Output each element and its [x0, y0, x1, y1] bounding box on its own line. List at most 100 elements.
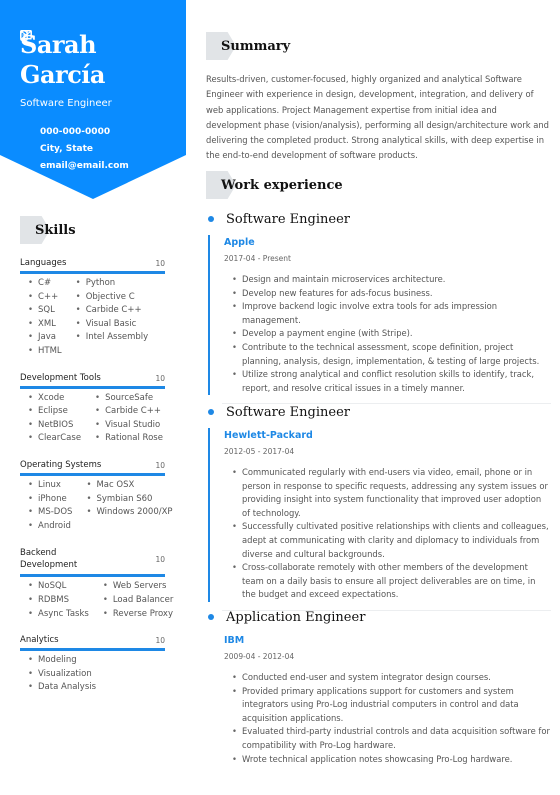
job-entry: Application Engineer IBM 2009-04 - 2012-04… [206, 607, 551, 766]
skill-items: XcodeEclipseNetBIOSClearCase SourceSafeCa… [20, 392, 165, 446]
skill-item: NoSQL [28, 580, 89, 594]
job-dates: 2017-04 - Present [224, 254, 291, 263]
job-title-row: Software Engineer [206, 402, 551, 422]
skill-items: C#C++SQLXMLJavaHTML PythonObjective CCarb… [20, 277, 165, 359]
skill-group: Analytics 10 ModelingVisualizationData Ana… [20, 635, 165, 695]
skill-item: Intel Assembly [76, 331, 149, 345]
skill-item: Linux [28, 479, 72, 493]
job-bullet: Cross-collaborate remotely with other me… [232, 561, 551, 602]
skill-items: LinuxiPhoneMS-DOSAndroid Mac OSXSymbian S… [20, 479, 173, 533]
job-title: Software Engineer [226, 404, 351, 420]
skill-item: RDBMS [28, 594, 89, 608]
job-entry: Software Engineer Apple 2017-04 - Present D… [206, 209, 551, 405]
skill-item: ClearCase [28, 432, 81, 446]
skill-item: Java [28, 331, 62, 345]
timeline-dot-icon [208, 216, 214, 222]
skill-item: Symbian S60 [86, 493, 172, 507]
skill-level: 10 [155, 554, 165, 564]
skill-group-name: Backend Development [20, 548, 78, 571]
skill-item: Async Tasks [28, 608, 89, 622]
skill-item: Data Analysis [28, 681, 96, 695]
skill-column: SourceSafeCarbide C++Visual StudioRation… [95, 392, 163, 446]
skill-group-header: Languages 10 [20, 258, 165, 274]
skill-group: Operating Systems 10 LinuxiPhoneMS-DOSAndr… [20, 460, 173, 533]
company-name: IBM [224, 635, 245, 646]
candidate-role: Software Engineer [20, 98, 112, 109]
job-bullet: Develop a payment engine (with Stripe). [232, 327, 551, 341]
work-title: Work experience [221, 177, 343, 193]
phone-text[interactable]: 000-000-0000 [40, 127, 110, 137]
job-dates: 2012-05 - 2017-04 [224, 447, 295, 456]
mailbox-icon [20, 30, 32, 155]
job-bullet: Wrote technical application notes showca… [232, 753, 551, 767]
job-bullet: Utilize strong analytical and conflict r… [232, 368, 551, 395]
sidebar: Sarah García Software Engineer 000-000-0… [0, 0, 186, 795]
job-body: Hewlett-Packard 2012-05 - 2017-04 Communic… [208, 428, 551, 602]
skill-item: XML [28, 318, 62, 332]
company-name: Hewlett-Packard [224, 430, 313, 441]
company-name: Apple [224, 237, 255, 248]
skill-item: Visualization [28, 668, 96, 682]
summary-heading: Summary [206, 32, 290, 60]
skill-column: Web ServersLoad BalancerReverse Proxy [103, 580, 174, 621]
skill-column: PythonObjective CCarbide C++Visual Basic… [76, 277, 149, 359]
skill-group-header: Analytics 10 [20, 635, 165, 652]
skill-column: C#C++SQLXMLJavaHTML [28, 277, 62, 359]
phone-icon [20, 30, 32, 138]
job-title-row: Software Engineer [206, 209, 551, 229]
skill-item: Objective C [76, 291, 149, 305]
job-body: IBM 2009-04 - 2012-04 Conducted end-user a… [208, 633, 551, 766]
skills-title: Skills [35, 222, 76, 238]
skill-item: MS-DOS [28, 506, 72, 520]
skill-item: Visual Studio [95, 419, 163, 433]
job-bullet: Successfully cultivated positive relatio… [232, 520, 551, 561]
timeline-dot-icon [208, 614, 214, 620]
skill-item: Carbide C++ [76, 304, 149, 318]
email-text[interactable]: email@email.com [40, 161, 129, 171]
job-title: Application Engineer [226, 609, 366, 625]
skill-group-header: Operating Systems 10 [20, 460, 165, 476]
skill-item: Carbide C++ [95, 405, 163, 419]
skills-heading: Skills [20, 216, 76, 244]
skill-column: Mac OSXSymbian S60Windows 2000/XP [86, 479, 172, 533]
skill-level: 10 [155, 460, 165, 470]
skill-item: SourceSafe [95, 392, 163, 406]
job-bullet: Contribute to the technical assessment, … [232, 341, 551, 368]
skill-item: Reverse Proxy [103, 608, 174, 622]
contact-email: email@email.com [20, 30, 178, 174]
skill-group-name: Analytics [20, 635, 59, 646]
job-bullet: Develop new features for ads-focus busin… [232, 287, 551, 301]
job-body: Apple 2017-04 - Present Design and maintai… [208, 235, 551, 396]
skill-item: Mac OSX [86, 479, 172, 493]
job-bullets: Communicated regularly with end-users vi… [224, 466, 551, 602]
skill-group: Backend Development 10 NoSQLRDBMSAsync Tas… [20, 547, 173, 622]
job-title: Software Engineer [226, 211, 351, 227]
skill-group: Development Tools 10 XcodeEclipseNetBIOSCl… [20, 373, 165, 446]
skill-item: Load Balancer [103, 594, 174, 608]
skill-items: ModelingVisualizationData Analysis [20, 654, 165, 695]
skill-group-name: Operating Systems [20, 459, 102, 470]
skill-group-name: Development Tools [20, 372, 101, 383]
summary-title: Summary [221, 38, 291, 54]
job-title-row: Application Engineer [206, 607, 551, 627]
skill-column: LinuxiPhoneMS-DOSAndroid [28, 479, 72, 533]
skill-item: Modeling [28, 654, 96, 668]
skill-item: Rational Rose [95, 432, 163, 446]
job-bullet: Provided primary applications support fo… [232, 685, 551, 726]
skill-level: 10 [155, 259, 165, 268]
skill-item: HTML [28, 345, 62, 359]
skill-group: Languages 10 C#C++SQLXMLJavaHTML PythonObje… [20, 258, 165, 359]
skill-item: Visual Basic [76, 318, 149, 332]
skills-list: Languages 10 C#C++SQLXMLJavaHTML PythonObje… [20, 258, 173, 709]
skill-column: ModelingVisualizationData Analysis [28, 654, 96, 695]
job-bullet: Evaluated third-party industrial control… [232, 725, 551, 752]
skill-group-header: Backend Development 10 [20, 547, 165, 578]
contact-phone: 000-000-0000 [20, 30, 178, 140]
skill-item: C# [28, 277, 62, 291]
header-banner: Sarah García Software Engineer 000-000-0… [0, 0, 186, 200]
skill-item: Android [28, 520, 72, 534]
timeline-dot-icon [208, 409, 214, 415]
skill-items: NoSQLRDBMSAsync Tasks Web ServersLoad Bal… [20, 580, 173, 622]
job-bullet: Conducted end-user and system integrator… [232, 671, 551, 685]
skill-item: iPhone [28, 493, 72, 507]
